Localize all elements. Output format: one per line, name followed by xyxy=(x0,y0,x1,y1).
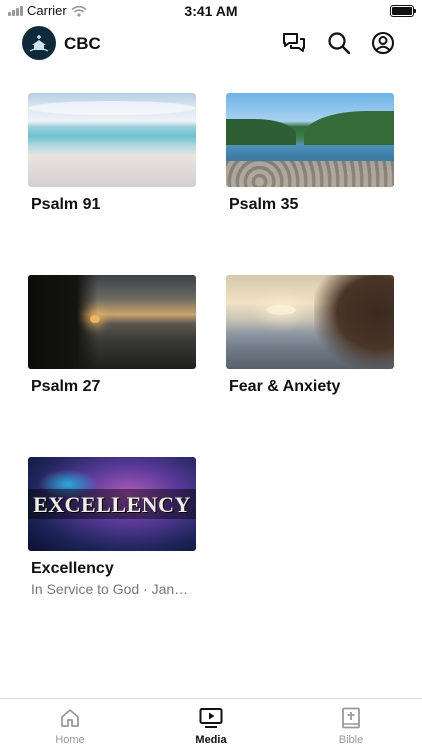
tab-label: Bible xyxy=(338,734,364,746)
media-title: Psalm 91 xyxy=(31,196,101,213)
tab-media[interactable]: Media xyxy=(171,707,251,746)
media-card-excellency[interactable]: EXCELLENCY Excellency In Service to God … xyxy=(28,457,196,597)
bible-icon xyxy=(342,707,360,729)
search-icon[interactable] xyxy=(326,30,352,56)
media-thumbnail[interactable] xyxy=(28,93,196,187)
media-card-psalm-35[interactable]: Psalm 35 xyxy=(226,93,394,214)
app-header: CBC xyxy=(0,24,422,64)
app-logo[interactable] xyxy=(22,26,56,60)
brand-name: CBC xyxy=(64,34,101,53)
tab-bible[interactable]: Bible xyxy=(311,707,391,746)
media-card-psalm-27[interactable]: Psalm 27 xyxy=(28,275,196,396)
chat-bubbles-icon[interactable] xyxy=(281,30,307,56)
media-thumbnail[interactable] xyxy=(28,275,196,369)
media-card-psalm-91[interactable]: Psalm 91 xyxy=(28,93,196,214)
tab-bar: Home Media Bible xyxy=(0,698,422,751)
thumbnail-title-text: EXCELLENCY xyxy=(33,492,191,517)
status-time: 3:41 AM xyxy=(184,3,238,19)
media-title: Psalm 35 xyxy=(229,196,299,213)
tab-label: Home xyxy=(55,734,85,746)
media-thumbnail[interactable] xyxy=(226,93,394,187)
account-icon[interactable] xyxy=(370,30,396,56)
tab-home[interactable]: Home xyxy=(30,707,110,746)
media-title: Fear & Anxiety xyxy=(229,378,341,395)
media-thumbnail[interactable]: EXCELLENCY xyxy=(28,457,196,551)
media-subtitle: In Service to God · Jan… xyxy=(31,581,189,597)
tab-label: Media xyxy=(195,734,227,746)
church-logo-icon xyxy=(29,35,49,52)
battery-icon xyxy=(390,5,416,17)
media-play-icon xyxy=(199,708,223,728)
home-icon xyxy=(61,709,79,727)
media-title: Excellency xyxy=(31,560,114,577)
media-card-fear-anxiety[interactable]: Fear & Anxiety xyxy=(226,275,394,396)
media-title: Psalm 27 xyxy=(31,378,101,395)
media-thumbnail[interactable] xyxy=(226,275,394,369)
status-bar: Carrier 3:41 AM xyxy=(0,0,422,22)
